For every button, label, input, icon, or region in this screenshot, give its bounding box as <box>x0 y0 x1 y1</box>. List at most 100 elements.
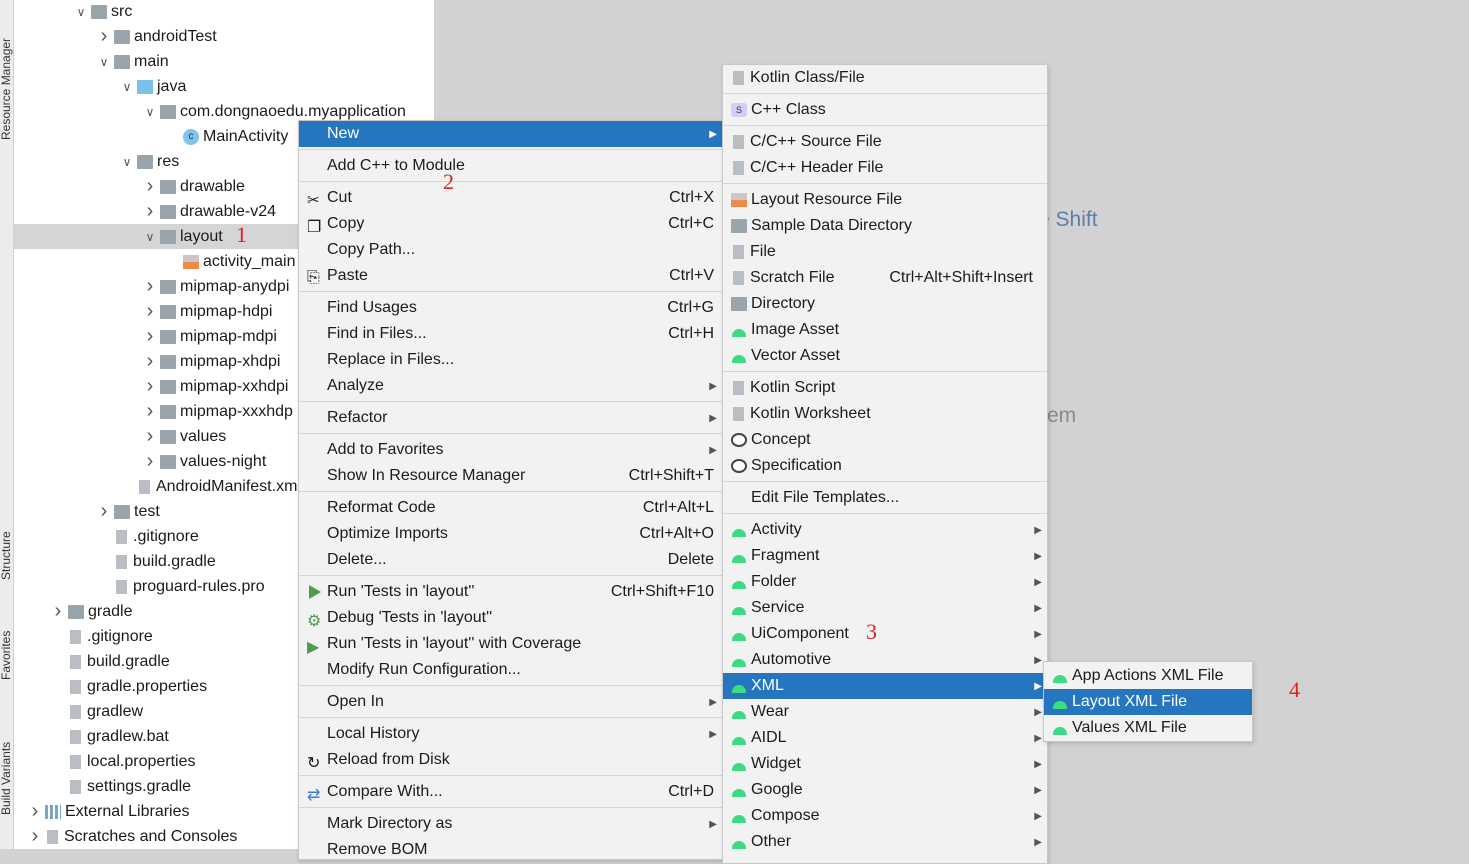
new-submenu-item-sample-data-directory[interactable]: Sample Data Directory <box>723 213 1047 239</box>
tree-item-androidtest[interactable]: › androidTest <box>14 24 434 49</box>
shortcut-label: Ctrl+H <box>668 325 714 342</box>
new-submenu-item-aidl[interactable]: AIDL ▶ <box>723 725 1047 751</box>
menu-item-label: Compose <box>751 807 820 824</box>
context-menu-item-open-in[interactable]: Open In ▶ <box>299 689 722 715</box>
context-menu-item-modify-run-configuration[interactable]: Modify Run Configuration... <box>299 657 722 683</box>
menu-item-label: Find Usages <box>327 299 417 316</box>
tree-item-label: gradlew.bat <box>87 727 169 745</box>
new-submenu-item-c-c-header-file[interactable]: C/C++ Header File <box>723 155 1047 181</box>
new-submenu-item-fragment[interactable]: Fragment ▶ <box>723 543 1047 569</box>
new-submenu-item-widget[interactable]: Widget ▶ <box>723 751 1047 777</box>
chevron-right-icon[interactable]: › <box>142 375 158 398</box>
context-menu-item-cut[interactable]: ✂ Cut Ctrl+X <box>299 185 722 211</box>
new-submenu-item-c-c-source-file[interactable]: C/C++ Source File <box>723 129 1047 155</box>
context-menu-item-reload-from-disk[interactable]: ↻ Reload from Disk <box>299 747 722 773</box>
new-submenu-item-vector-asset[interactable]: Vector Asset <box>723 343 1047 369</box>
chevron-down-icon[interactable]: ∨ <box>142 105 158 119</box>
chevron-right-icon[interactable]: › <box>50 600 66 623</box>
context-menu-item-add-c-to-module[interactable]: Add C++ to Module <box>299 153 722 179</box>
new-submenu-item-wear[interactable]: Wear ▶ <box>723 699 1047 725</box>
chevron-right-icon[interactable]: › <box>27 800 43 823</box>
chevron-right-icon[interactable]: › <box>27 825 43 848</box>
new-submenu-item-folder[interactable]: Folder ▶ <box>723 569 1047 595</box>
context-menu-item-optimize-imports[interactable]: Optimize Imports Ctrl+Alt+O <box>299 521 722 547</box>
folder-icon <box>68 604 84 619</box>
concept-icon <box>731 433 747 447</box>
new-submenu-item-activity[interactable]: Activity ▶ <box>723 517 1047 543</box>
new-submenu-item-scratch-file[interactable]: Scratch File Ctrl+Alt+Shift+Insert <box>723 265 1047 291</box>
new-submenu-item-specification[interactable]: Specification <box>723 453 1047 479</box>
tree-item-layout[interactable]: ∨ layout <box>14 224 298 249</box>
menu-item-label: Layout Resource File <box>751 191 903 208</box>
context-menu-item-copy[interactable]: ❐ Copy Ctrl+C <box>299 211 722 237</box>
new-submenu-item-other[interactable]: Other ▶ <box>723 829 1047 855</box>
new-submenu-item-image-asset[interactable]: Image Asset <box>723 317 1047 343</box>
tool-tab-resource-manager[interactable]: Resource Manager <box>0 38 13 140</box>
tree-item-src[interactable]: ∨ src <box>14 0 434 24</box>
context-menu-item-add-to-favorites[interactable]: Add to Favorites ▶ <box>299 437 722 463</box>
new-submenu-item-service[interactable]: Service ▶ <box>723 595 1047 621</box>
context-menu-item-find-usages[interactable]: Find Usages Ctrl+G <box>299 295 722 321</box>
context-menu-item-compare-with[interactable]: ⇄ Compare With... Ctrl+D <box>299 779 722 805</box>
chevron-down-icon[interactable]: ∨ <box>119 155 135 169</box>
context-menu-item-new[interactable]: New ▶ <box>299 121 722 147</box>
chevron-right-icon[interactable]: › <box>142 200 158 223</box>
new-submenu-item-uicomponent[interactable]: UiComponent ▶ <box>723 621 1047 647</box>
chevron-right-icon[interactable]: › <box>142 325 158 348</box>
chevron-right-icon[interactable]: › <box>96 500 112 523</box>
new-submenu-item-compose[interactable]: Compose ▶ <box>723 803 1047 829</box>
context-menu-item-delete[interactable]: Delete... Delete <box>299 547 722 573</box>
menu-item-label: Kotlin Worksheet <box>750 405 871 422</box>
chevron-right-icon[interactable]: › <box>96 25 112 48</box>
context-menu-item-refactor[interactable]: Refactor ▶ <box>299 405 722 431</box>
context-menu-item-analyze[interactable]: Analyze ▶ <box>299 373 722 399</box>
new-submenu-item-file[interactable]: File <box>723 239 1047 265</box>
context-menu-item-copy-path[interactable]: Copy Path... <box>299 237 722 263</box>
chevron-right-icon[interactable]: › <box>142 300 158 323</box>
chevron-down-icon[interactable]: ∨ <box>96 55 112 69</box>
tool-tab-structure[interactable]: Structure <box>0 531 13 580</box>
new-submenu-item-concept[interactable]: Concept <box>723 427 1047 453</box>
new-submenu-item-directory[interactable]: Directory <box>723 291 1047 317</box>
xml-submenu-item-layout-xml-file[interactable]: Layout XML File <box>1044 689 1252 715</box>
chevron-right-icon[interactable]: › <box>142 450 158 473</box>
new-submenu-item-automotive[interactable]: Automotive ▶ <box>723 647 1047 673</box>
context-menu: New ▶ Add C++ to Module ✂ Cut Ctrl+X ❐ Copy Ctrl… <box>298 120 723 860</box>
context-menu-item-run-tests-in-layout[interactable]: Run 'Tests in 'layout'' Ctrl+Shift+F10 <box>299 579 722 605</box>
blank-icon <box>307 469 323 483</box>
tree-item-main[interactable]: ∨ main <box>14 49 434 74</box>
chevron-right-icon[interactable]: › <box>142 400 158 423</box>
new-submenu-item-layout-resource-file[interactable]: Layout Resource File <box>723 187 1047 213</box>
new-submenu-item-c-class[interactable]: S C++ Class <box>723 97 1047 123</box>
file-icon <box>47 829 58 844</box>
new-submenu-item-google[interactable]: Google ▶ <box>723 777 1047 803</box>
xml-submenu-item-values-xml-file[interactable]: Values XML File <box>1044 715 1252 741</box>
context-menu-item-show-in-resource-manager[interactable]: Show In Resource Manager Ctrl+Shift+T <box>299 463 722 489</box>
new-submenu-item-kotlin-class-file[interactable]: Kotlin Class/File <box>723 65 1047 91</box>
context-menu-item-run-tests-in-layout-with-coverage[interactable]: ▶ Run 'Tests in 'layout'' with Coverage <box>299 631 722 657</box>
context-menu-item-mark-directory-as[interactable]: Mark Directory as ▶ <box>299 811 722 837</box>
chevron-right-icon[interactable]: › <box>142 425 158 448</box>
chevron-down-icon[interactable]: ∨ <box>142 230 158 244</box>
xml-submenu-item-app-actions-xml-file[interactable]: App Actions XML File <box>1044 663 1252 689</box>
context-menu-item-debug-tests-in-layout[interactable]: ⚙ Debug 'Tests in 'layout'' <box>299 605 722 631</box>
tree-item-java[interactable]: ∨ java <box>14 74 434 99</box>
context-menu-item-remove-bom[interactable]: Remove BOM <box>299 837 722 863</box>
chevron-down-icon[interactable]: ∨ <box>73 5 89 19</box>
tool-tab-build-variants[interactable]: Build Variants <box>0 742 13 815</box>
chevron-down-icon[interactable]: ∨ <box>119 80 135 94</box>
context-menu-item-local-history[interactable]: Local History ▶ <box>299 721 722 747</box>
tool-tab-favorites[interactable]: Favorites <box>0 631 13 680</box>
chevron-right-icon[interactable]: › <box>142 175 158 198</box>
new-submenu-item-edit-file-templates[interactable]: Edit File Templates... <box>723 485 1047 511</box>
chevron-right-icon[interactable]: › <box>142 275 158 298</box>
chevron-right-icon[interactable]: › <box>142 350 158 373</box>
new-submenu-item-kotlin-script[interactable]: Kotlin Script <box>723 375 1047 401</box>
context-menu-item-paste[interactable]: ⎘ Paste Ctrl+V <box>299 263 722 289</box>
blank-icon <box>307 127 323 141</box>
context-menu-item-replace-in-files[interactable]: Replace in Files... <box>299 347 722 373</box>
context-menu-item-reformat-code[interactable]: Reformat Code Ctrl+Alt+L <box>299 495 722 521</box>
new-submenu-item-kotlin-worksheet[interactable]: Kotlin Worksheet <box>723 401 1047 427</box>
new-submenu-item-xml[interactable]: XML ▶ <box>723 673 1047 699</box>
context-menu-item-find-in-files[interactable]: Find in Files... Ctrl+H <box>299 321 722 347</box>
